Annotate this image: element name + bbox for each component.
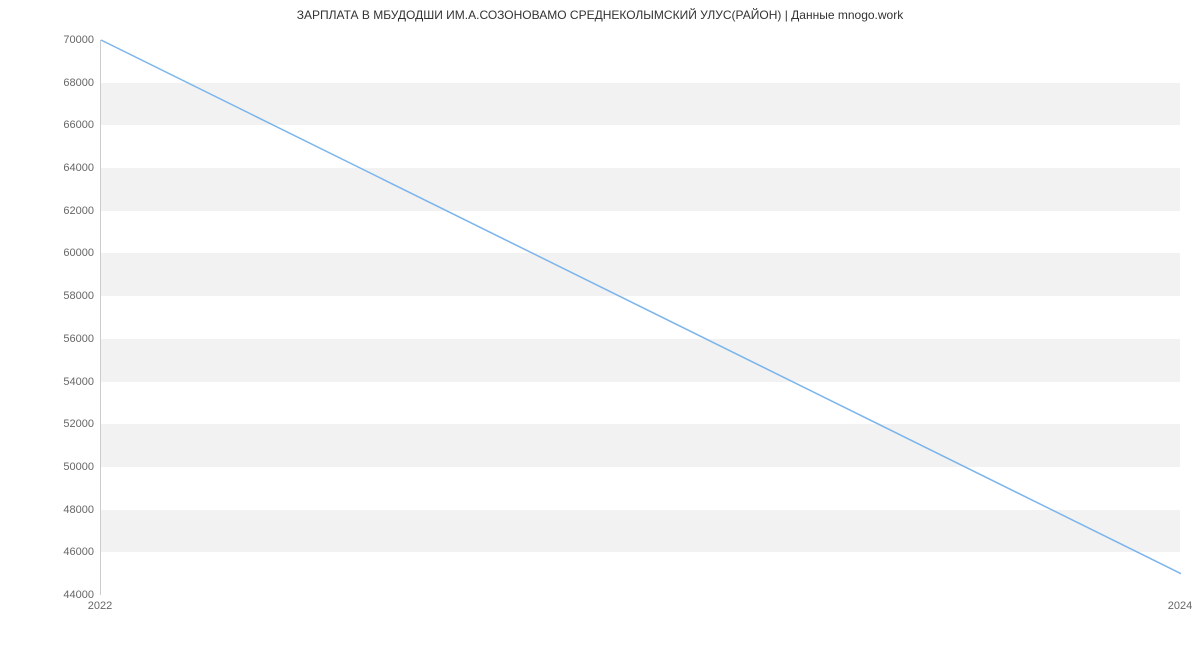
y-tick-label: 60000 (14, 247, 94, 259)
y-tick-label: 54000 (14, 376, 94, 388)
x-tick-label: 2024 (1168, 600, 1192, 612)
y-tick-label: 44000 (14, 589, 94, 601)
y-tick-label: 52000 (14, 418, 94, 430)
y-tick-label: 56000 (14, 333, 94, 345)
y-tick-label: 50000 (14, 461, 94, 473)
series-line (101, 40, 1181, 574)
y-tick-label: 66000 (14, 119, 94, 131)
line-layer (101, 40, 1180, 594)
y-tick-label: 58000 (14, 290, 94, 302)
y-tick-label: 62000 (14, 205, 94, 217)
x-tick-label: 2022 (88, 600, 112, 612)
y-tick-label: 64000 (14, 162, 94, 174)
y-tick-label: 68000 (14, 77, 94, 89)
y-tick-label: 48000 (14, 504, 94, 516)
y-tick-label: 70000 (14, 34, 94, 46)
plot-area (100, 40, 1180, 595)
chart-title: ЗАРПЛАТА В МБУДОДШИ ИМ.А.СОЗОНОВАМО СРЕД… (0, 8, 1200, 22)
y-tick-label: 46000 (14, 546, 94, 558)
